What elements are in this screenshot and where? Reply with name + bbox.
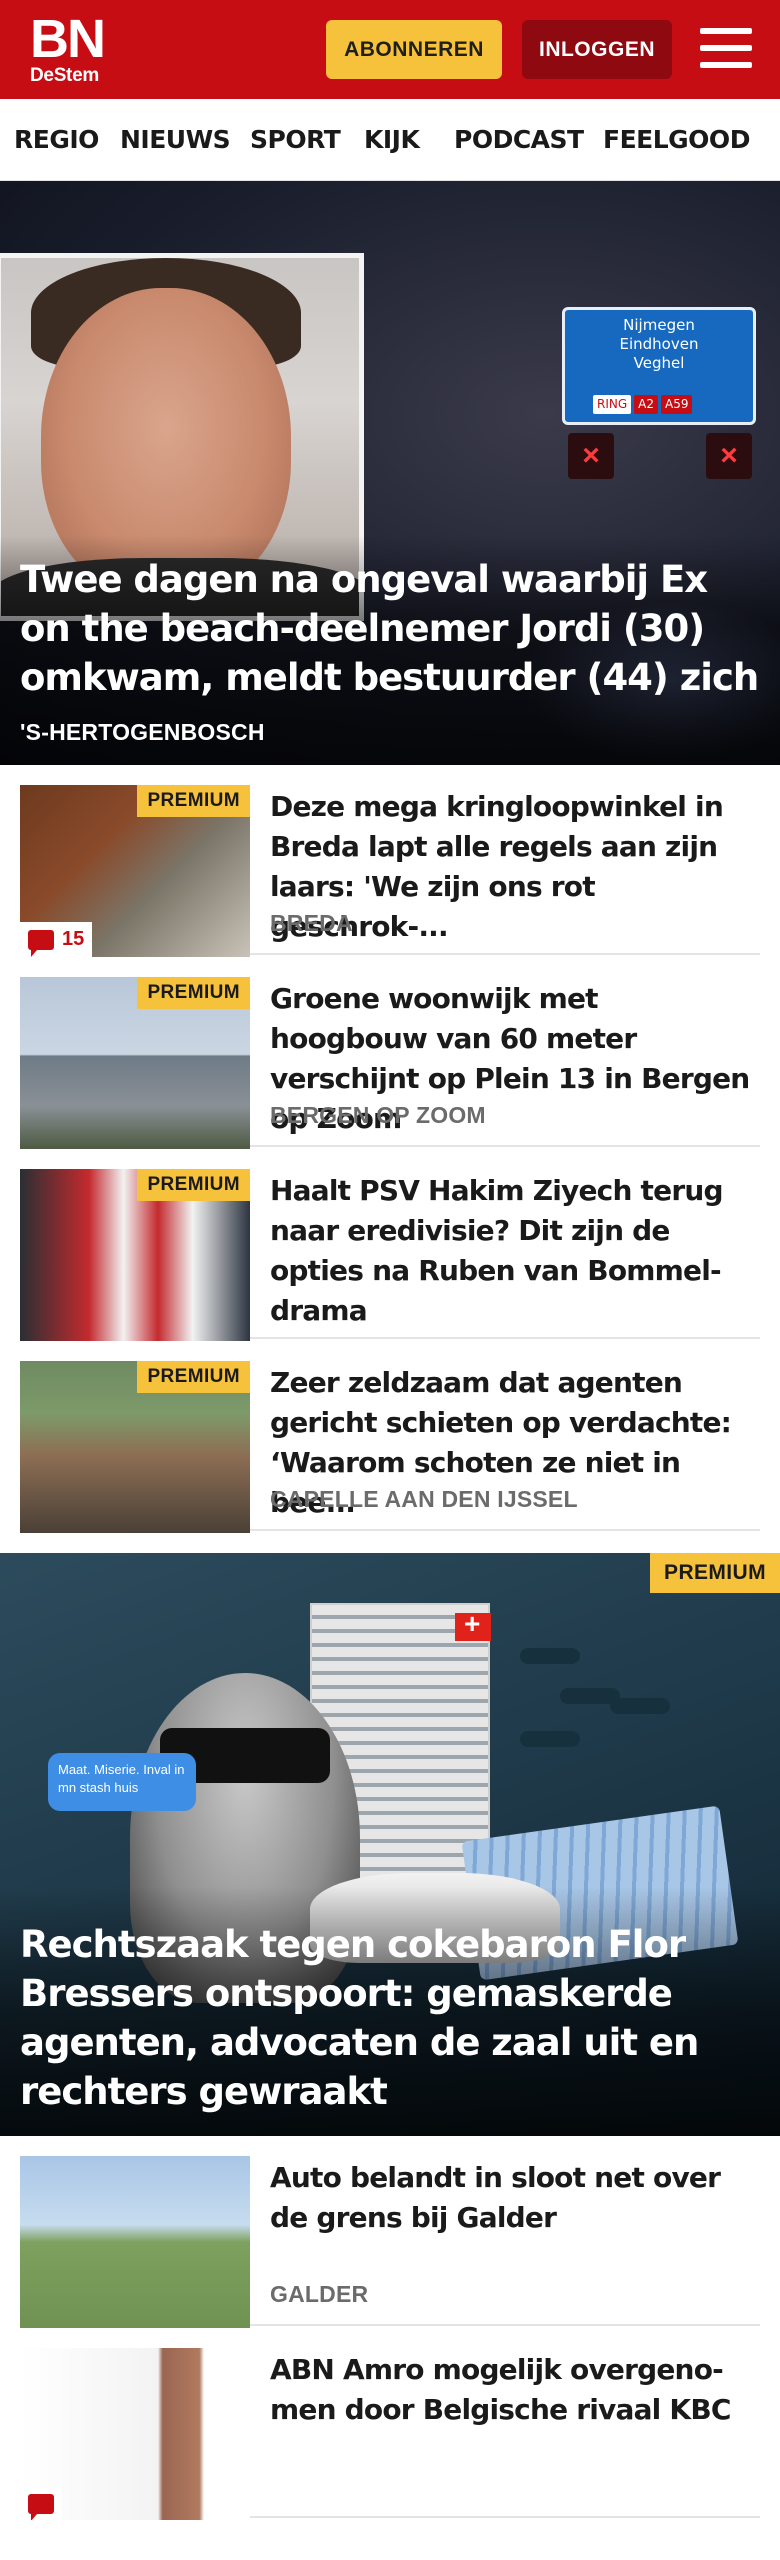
drone-icon (520, 1648, 580, 1664)
logo-subtitle: DeStem (30, 65, 99, 86)
bn-destem-logo[interactable]: BN DeStem (30, 9, 106, 86)
chat-message-bubble: Maat. Miserie. Inval in mn stash huis (48, 1753, 196, 1811)
premium-badge: PREMIUM (650, 1553, 780, 1593)
sign-route-tags: RING A2 A59 (593, 395, 695, 414)
hamburger-menu-icon[interactable] (700, 26, 752, 70)
article-thumbnail[interactable] (20, 2156, 250, 2328)
swiss-flag-icon (455, 1608, 491, 1641)
lane-closed-icon: × (568, 433, 614, 479)
drone-icon (610, 1698, 670, 1714)
lane-closed-icon: × (706, 433, 752, 479)
sign-line: Veghel (633, 354, 685, 372)
list-item[interactable]: PREMIUM Zeer zeldzaam dat agenten gerich… (20, 1341, 760, 1533)
section-nav: REGIO NIEUWS SPORT KIJK PODCAST FEELGOOD (0, 99, 780, 181)
highway-sign: Nijmegen Eindhoven Veghel RING A2 A59 (562, 307, 756, 425)
comment-count-badge[interactable]: 15 (20, 922, 93, 957)
premium-badge: PREMIUM (137, 785, 250, 817)
premium-badge: PREMIUM (137, 977, 250, 1009)
article-thumbnail[interactable]: PREMIUM (20, 977, 250, 1149)
sign-tag: A2 (634, 395, 658, 414)
premium-feature-article[interactable]: Maat. Miserie. Inval in mn stash huis PR… (0, 1553, 780, 2136)
list-item[interactable]: ABN Amro mogelijk overgeno-men door Belg… (20, 2328, 760, 2520)
article-thumbnail[interactable]: PREMIUM (20, 1361, 250, 1533)
article-headline[interactable]: Auto belandt in sloot net over de grens … (270, 2158, 760, 2238)
article-thumbnail[interactable] (20, 2348, 250, 2520)
comment-icon (28, 929, 54, 957)
comment-icon (28, 2494, 54, 2520)
sign-line: Nijmegen (623, 316, 695, 334)
drone-icon (520, 1731, 580, 1747)
article-location: BERGEN OP ZOOM (270, 1102, 486, 1128)
sign-line: Eindhoven (619, 335, 699, 353)
nav-item-sport[interactable]: SPORT (250, 125, 341, 154)
nav-item-feelgood[interactable]: FEELGOOD (603, 125, 750, 154)
list-item[interactable]: PREMIUM Haalt PSV Hakim Ziyech terug naa… (20, 1149, 760, 1341)
premium-badge: PREMIUM (137, 1169, 250, 1201)
sign-tag: A59 (661, 395, 693, 414)
article-thumbnail[interactable]: PREMIUM (20, 1169, 250, 1341)
premium-badge: PREMIUM (137, 1361, 250, 1393)
article-location: GALDER (270, 2281, 369, 2307)
hero-location: 'S-HERTOGENBOSCH (20, 719, 265, 745)
feature-headline[interactable]: Rechtszaak tegen cokebaron Flor Bressers… (20, 1920, 760, 2116)
hero-article[interactable]: Nijmegen Eindhoven Veghel RING A2 A59 × × … (0, 181, 780, 765)
list-item[interactable]: PREMIUM 15 Deze mega kringloopwinkel in … (20, 765, 760, 957)
list-item[interactable]: PREMIUM Groene woonwijk met hoogbouw van… (20, 957, 760, 1149)
login-button[interactable]: INLOGGEN (522, 20, 672, 79)
comment-count: 15 (62, 928, 85, 950)
top-header: BN DeStem ABONNEREN INLOGGEN (0, 0, 780, 99)
subscribe-button[interactable]: ABONNEREN (326, 20, 502, 79)
article-headline[interactable]: Haalt PSV Hakim Ziyech terug naar erediv… (270, 1171, 760, 1331)
nav-item-kijk[interactable]: KIJK (364, 125, 420, 154)
article-location: CAPELLE AAN DEN IJSSEL (270, 1486, 578, 1512)
list-item[interactable]: Auto belandt in sloot net over de grens … (20, 2136, 760, 2328)
article-location: BREDA (270, 910, 353, 936)
sign-tag: RING (593, 395, 632, 414)
hero-headline[interactable]: Twee dagen na ongeval waarbij Ex on the … (20, 555, 760, 702)
article-thumbnail[interactable]: PREMIUM 15 (20, 785, 250, 957)
article-headline[interactable]: ABN Amro mogelijk overgeno-men door Belg… (270, 2350, 760, 2430)
nav-item-regio[interactable]: REGIO (14, 125, 99, 154)
logo-text: BN (30, 9, 106, 69)
comment-count-badge[interactable] (20, 2488, 62, 2520)
nav-item-nieuws[interactable]: NIEUWS (120, 125, 231, 154)
nav-item-podcast[interactable]: PODCAST (454, 125, 584, 154)
